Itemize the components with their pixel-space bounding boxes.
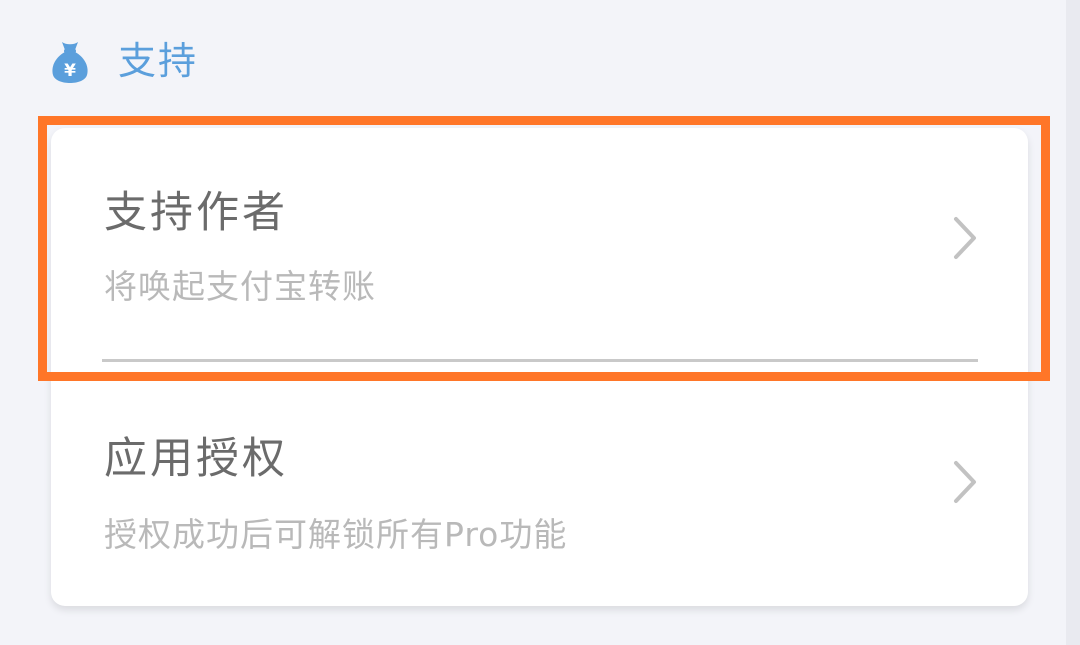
app-license-subtitle: 授权成功后可解锁所有Pro功能: [104, 515, 568, 554]
currency-glyph: ¥: [64, 61, 76, 81]
settings-card: 支持作者 将唤起支付宝转账 应用授权 授权成功后可解锁所有Pro功能: [51, 128, 1028, 606]
right-edge-strip: [1066, 0, 1080, 645]
app-license-item[interactable]: 应用授权 授权成功后可解锁所有Pro功能: [51, 362, 1028, 606]
chevron-right-icon: [954, 217, 976, 259]
section-header: ¥ 支持: [50, 34, 198, 88]
section-title: 支持: [118, 39, 199, 83]
chevron-right-icon: [954, 461, 976, 503]
money-bag-icon: ¥: [52, 42, 88, 83]
app-license-title: 应用授权: [104, 434, 288, 484]
support-author-title: 支持作者: [104, 188, 288, 238]
support-author-item[interactable]: 支持作者 将唤起支付宝转账: [51, 128, 1028, 362]
support-author-subtitle: 将唤起支付宝转账: [104, 267, 376, 306]
